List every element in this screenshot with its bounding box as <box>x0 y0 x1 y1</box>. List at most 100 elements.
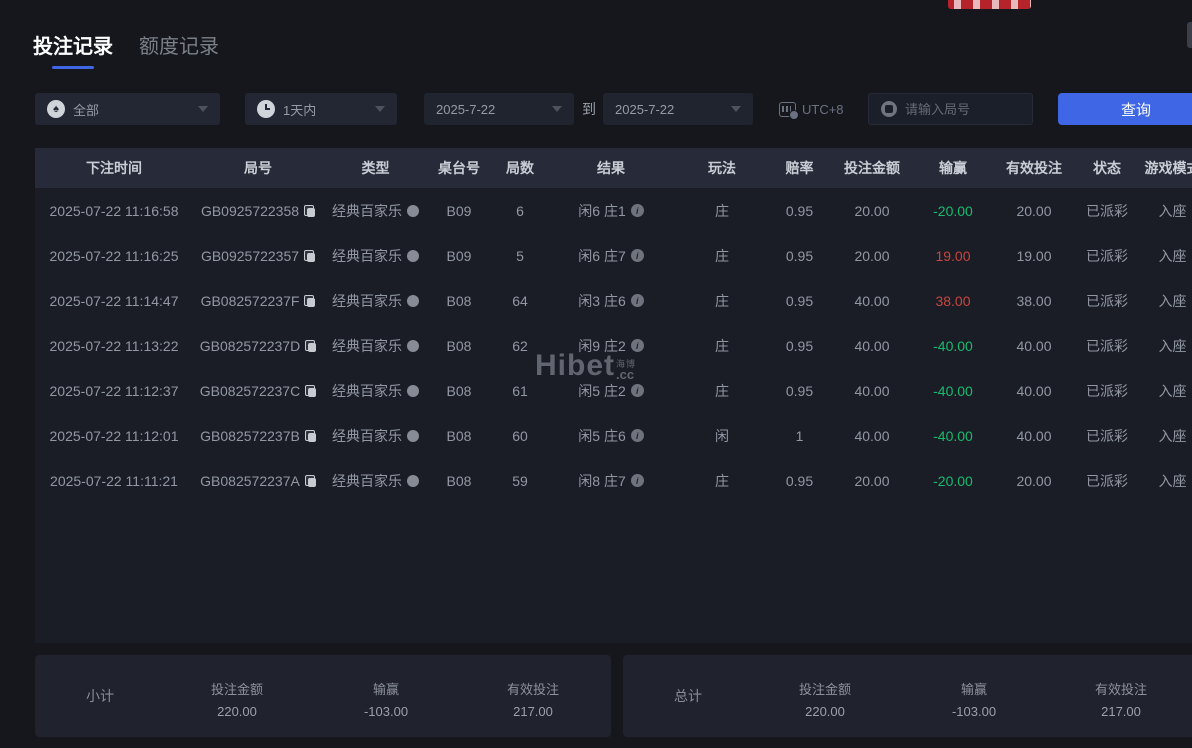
cell-game-mode: 入座 <box>1158 202 1187 219</box>
live-dot-icon <box>407 294 419 307</box>
info-icon[interactable] <box>630 294 644 307</box>
scrollbar-fragment[interactable] <box>1187 22 1192 48</box>
table-header-row: 下注时间 局号 类型 桌台号 局数 结果 玩法 赔率 投注金额 输赢 有效投注 … <box>35 148 1192 188</box>
header-game-type: 类型 <box>361 160 390 176</box>
date-to-picker[interactable]: 2025-7-22 <box>603 93 753 125</box>
chevron-down-icon <box>198 106 208 112</box>
header-odds: 赔率 <box>785 160 814 176</box>
info-icon[interactable] <box>630 339 644 352</box>
cell-status: 已派彩 <box>1086 382 1128 399</box>
cell-bet-time: 2025-07-22 11:11:21 <box>50 472 178 489</box>
cell-round-id: GB082572237C <box>193 383 323 399</box>
cell-game-type: 经典百家乐 <box>323 336 428 356</box>
cell-bet-time: 2025-07-22 11:12:37 <box>49 382 179 399</box>
total-win-loss: 输赢 -103.00 <box>951 682 997 719</box>
header-play: 玩法 <box>708 160 736 176</box>
cell-play: 庄 <box>715 202 729 219</box>
game-type-value: 全部 <box>73 102 100 118</box>
cell-status: 已派彩 <box>1086 292 1128 309</box>
bet-records-table: 下注时间 局号 类型 桌台号 局数 结果 玩法 赔率 投注金额 输赢 有效投注 … <box>35 148 1192 643</box>
cell-round-count: 5 <box>516 247 524 264</box>
live-dot-icon <box>407 249 419 262</box>
cell-status: 已派彩 <box>1086 202 1128 219</box>
cell-game-type: 经典百家乐 <box>323 426 428 446</box>
round-search-box[interactable] <box>868 93 1033 125</box>
tab-bet-records[interactable]: 投注记录 <box>33 30 113 69</box>
date-from-picker[interactable]: 2025-7-22 <box>424 93 574 125</box>
cell-round-id: GB082572237B <box>193 428 323 444</box>
subtotal-win-loss: 输赢 -103.00 <box>363 682 409 719</box>
round-search-input[interactable] <box>905 101 1015 117</box>
game-type-dropdown[interactable]: ♠ 全部 <box>35 93 220 125</box>
cell-bet-amount: 40.00 <box>854 292 890 309</box>
promo-banner-fragment <box>948 0 1031 9</box>
cell-game-mode: 入座 <box>1158 337 1187 354</box>
date-range-to-label: 到 <box>582 101 596 117</box>
total-valid-bet: 有效投注 217.00 <box>1094 682 1148 719</box>
cell-win-loss: 38.00 <box>935 292 971 309</box>
copy-icon[interactable] <box>305 384 317 397</box>
cell-game-mode: 入座 <box>1158 247 1187 264</box>
cell-win-loss: -20.00 <box>933 202 973 219</box>
cell-bet-amount: 20.00 <box>854 247 890 264</box>
tab-quota-records[interactable]: 额度记录 <box>139 30 219 69</box>
info-icon[interactable] <box>630 384 644 397</box>
cell-status: 已派彩 <box>1086 247 1128 264</box>
copy-icon[interactable] <box>304 294 316 307</box>
table-row: 2025-07-22 11:16:58 GB0925722358 经典百家乐 B… <box>35 188 1192 233</box>
header-game-mode: 游戏模式 <box>1144 160 1192 176</box>
copy-icon[interactable] <box>304 429 316 442</box>
cell-round-count: 59 <box>512 472 528 489</box>
cell-valid-bet: 20.00 <box>1016 472 1052 489</box>
cell-win-loss: -40.00 <box>933 382 973 399</box>
copy-icon[interactable] <box>304 204 316 217</box>
cell-table-no: B09 <box>446 202 472 219</box>
cell-valid-bet: 20.00 <box>1016 202 1052 219</box>
cell-odds: 0.95 <box>785 337 814 354</box>
cell-round-count: 6 <box>516 202 524 219</box>
cell-win-loss: -20.00 <box>933 472 973 489</box>
copy-icon[interactable] <box>305 339 317 352</box>
cell-game-mode: 入座 <box>1158 382 1187 399</box>
info-icon[interactable] <box>630 249 644 262</box>
info-icon[interactable] <box>630 474 644 487</box>
cell-win-loss: -40.00 <box>933 427 973 444</box>
cell-round-id: GB082572237A <box>193 473 323 489</box>
cell-result: 闲6 庄7 <box>550 246 672 266</box>
record-tabs: 投注记录 额度记录 <box>33 30 219 69</box>
table-row: 2025-07-22 11:12:37 GB082572237C 经典百家乐 B… <box>35 368 1192 413</box>
header-win-loss: 输赢 <box>939 160 967 176</box>
subtotal-bet-amount: 投注金额 220.00 <box>210 682 264 719</box>
cell-game-type: 经典百家乐 <box>323 201 428 221</box>
cell-bet-time: 2025-07-22 11:16:25 <box>49 247 179 264</box>
time-range-value: 1天内 <box>283 102 317 118</box>
cell-round-count: 64 <box>512 292 528 309</box>
cell-odds: 0.95 <box>785 472 814 489</box>
table-row: 2025-07-22 11:16:25 GB0925722357 经典百家乐 B… <box>35 233 1192 278</box>
cell-bet-time: 2025-07-22 11:13:22 <box>49 337 179 354</box>
info-icon[interactable] <box>630 429 644 442</box>
time-range-dropdown[interactable]: 1天内 <box>245 93 397 125</box>
cell-bet-time: 2025-07-22 11:14:47 <box>49 292 179 309</box>
cell-bet-time: 2025-07-22 11:12:01 <box>49 427 179 444</box>
cell-round-id: GB0925722358 <box>193 203 323 219</box>
info-icon[interactable] <box>630 204 644 217</box>
table-body: 2025-07-22 11:16:58 GB0925722358 经典百家乐 B… <box>35 188 1192 643</box>
cell-table-no: B08 <box>446 337 472 354</box>
copy-icon[interactable] <box>304 474 316 487</box>
query-button[interactable]: 查询 <box>1058 93 1192 125</box>
copy-icon[interactable] <box>304 249 316 262</box>
cell-result: 闲8 庄7 <box>550 471 672 491</box>
cell-result: 闲5 庄6 <box>550 426 672 446</box>
cell-bet-amount: 20.00 <box>854 472 890 489</box>
cell-status: 已派彩 <box>1086 427 1128 444</box>
clock-icon <box>257 100 275 118</box>
cell-game-mode: 入座 <box>1158 292 1187 309</box>
live-dot-icon <box>407 339 419 352</box>
live-dot-icon <box>407 204 419 217</box>
cell-odds: 0.95 <box>785 382 814 399</box>
timezone-control[interactable]: UTC+8 <box>779 93 844 125</box>
round-id-icon <box>881 101 897 117</box>
table-row: 2025-07-22 11:14:47 GB082572237F 经典百家乐 B… <box>35 278 1192 323</box>
cell-valid-bet: 40.00 <box>1016 427 1052 444</box>
